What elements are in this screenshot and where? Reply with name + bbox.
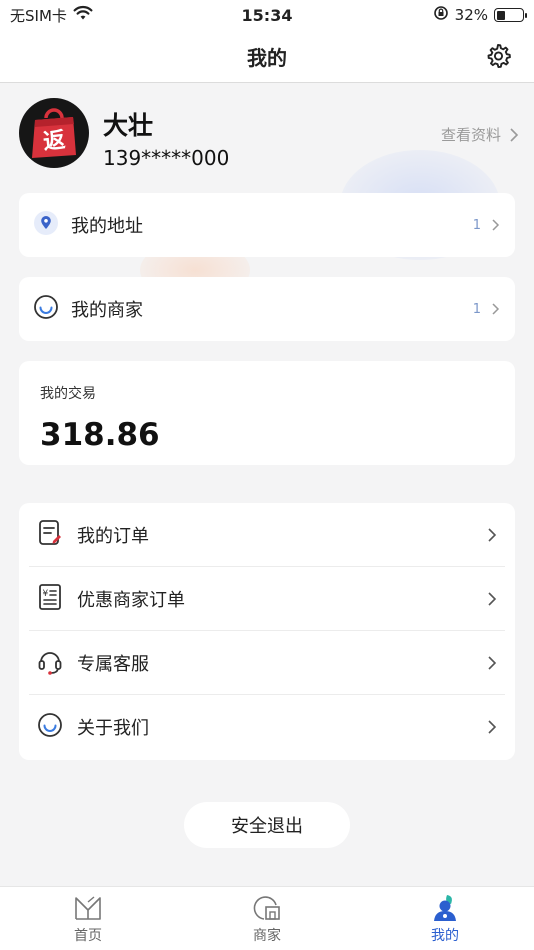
menu-label: 专属客服 xyxy=(77,653,149,675)
address-count: 1 xyxy=(472,217,481,233)
avatar[interactable]: 返 xyxy=(19,98,89,168)
smile-icon xyxy=(37,711,63,743)
trade-card[interactable]: 我的交易 318.86 xyxy=(19,361,515,465)
menu-item-orders[interactable]: 我的订单 xyxy=(29,503,505,567)
menu-item-about-us[interactable]: 关于我们 xyxy=(29,695,505,759)
store-icon xyxy=(253,896,280,920)
chevron-right-icon xyxy=(492,219,500,231)
tab-label: 我的 xyxy=(431,928,459,944)
chevron-right-icon xyxy=(510,127,519,142)
trade-label: 我的交易 xyxy=(40,386,96,402)
battery-icon xyxy=(494,8,527,22)
tab-label: 首页 xyxy=(74,928,102,944)
battery-fill xyxy=(496,10,505,20)
user-name: 大壮 xyxy=(103,111,154,140)
trade-value: 318.86 xyxy=(40,417,160,453)
wifi-icon xyxy=(73,5,93,25)
orientation-lock-icon xyxy=(433,5,449,25)
settings-button[interactable] xyxy=(484,42,512,70)
address-label: 我的地址 xyxy=(71,216,143,237)
menu-label: 我的订单 xyxy=(77,525,149,547)
tab-bar: 首页 商家 我的 xyxy=(0,886,534,950)
chevron-right-icon xyxy=(488,527,497,542)
location-pin-icon xyxy=(33,210,59,240)
address-card[interactable]: 我的地址 1 xyxy=(19,193,515,257)
gear-icon xyxy=(487,44,511,68)
chevron-right-icon xyxy=(488,655,497,670)
tab-home[interactable]: 首页 xyxy=(38,893,138,950)
chevron-right-icon xyxy=(492,303,500,315)
view-profile-link[interactable]: 查看资料 xyxy=(441,124,519,145)
merchant-count: 1 xyxy=(472,301,481,317)
receipt-icon: ¥ xyxy=(37,583,63,615)
merchant-card[interactable]: 我的商家 1 xyxy=(19,277,515,341)
menu-card: 我的订单 ¥ 优惠商家订单 专属客服 关于我们 xyxy=(19,503,515,760)
profile-header[interactable]: 返 大壮 139*****000 查看资料 xyxy=(19,98,519,174)
svg-text:¥: ¥ xyxy=(43,589,49,599)
tab-merchants[interactable]: 商家 xyxy=(217,893,317,950)
view-profile-label: 查看资料 xyxy=(440,126,501,144)
carrier-text: 无SIM卡 xyxy=(10,6,67,25)
tab-profile[interactable]: 我的 xyxy=(395,893,495,950)
menu-label: 优惠商家订单 xyxy=(77,589,185,611)
menu-item-merchant-orders[interactable]: ¥ 优惠商家订单 xyxy=(29,567,505,631)
status-bar: 无SIM卡 15:34 32% xyxy=(0,0,534,30)
merchant-label: 我的商家 xyxy=(71,300,143,321)
smile-icon xyxy=(33,294,59,324)
battery-percent: 32% xyxy=(454,6,488,24)
headset-icon xyxy=(37,647,63,679)
menu-label: 关于我们 xyxy=(77,718,149,739)
profile-icon xyxy=(434,895,456,921)
chevron-right-icon xyxy=(488,591,497,606)
tab-label: 商家 xyxy=(253,928,281,944)
home-icon xyxy=(75,896,101,920)
chevron-right-icon xyxy=(488,720,497,734)
page-title: 我的 xyxy=(247,45,287,70)
logout-button[interactable]: 安全退出 xyxy=(184,802,350,848)
menu-item-customer-service[interactable]: 专属客服 xyxy=(29,631,505,695)
order-icon xyxy=(37,519,63,551)
nav-bar: 我的 xyxy=(0,30,534,83)
user-phone: 139*****000 xyxy=(103,146,230,170)
